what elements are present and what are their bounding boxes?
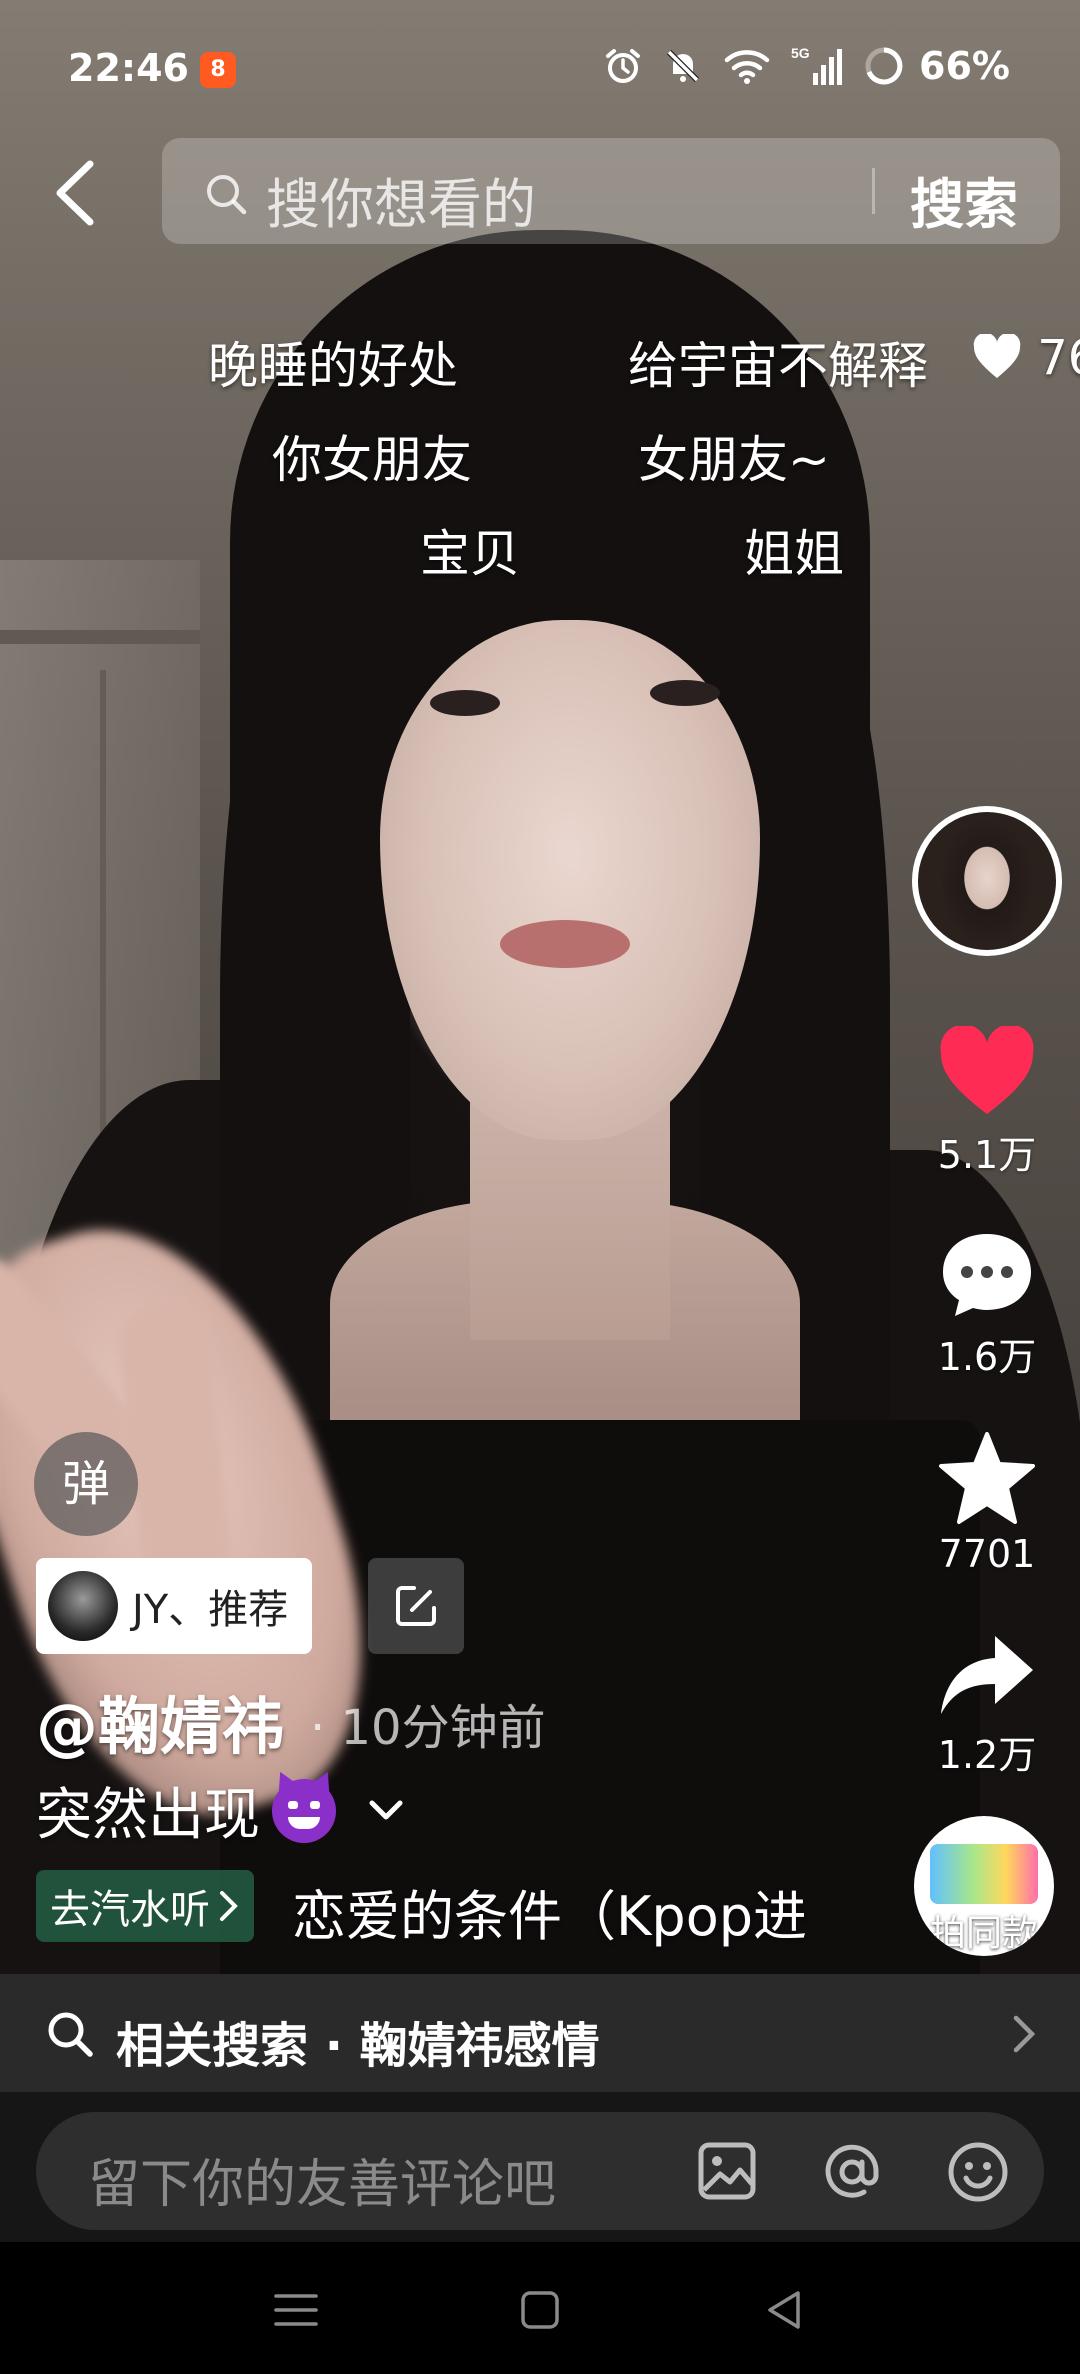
search-button[interactable]: 搜索	[910, 160, 1018, 239]
comment-placeholder: 留下你的友善评论吧	[88, 2155, 557, 2215]
status-bar: 22:46 8 5G 66%	[0, 0, 1080, 140]
recent-apps-icon[interactable]	[270, 2288, 322, 2332]
image-icon[interactable]	[696, 2140, 758, 2202]
video-player-screen: 22:46 8 5G 66% 搜你想看的 搜索 晚睡的好处 给宇宙不解释 7 你…	[0, 0, 1080, 2374]
heart-icon	[973, 332, 1021, 378]
person-lips	[500, 920, 630, 968]
back-triangle-icon[interactable]	[762, 2288, 806, 2332]
signal-icon: 5G	[791, 45, 843, 85]
app-notification-icon: 8	[200, 52, 236, 88]
comment-icon	[943, 1234, 1031, 1316]
danmaku-like-count: 76	[1037, 330, 1080, 386]
share-button[interactable]: 1.2万	[912, 1632, 1062, 1779]
music-chip-label: 去汽水听	[50, 1887, 210, 1933]
back-button[interactable]	[46, 158, 106, 228]
comment-count: 1.6万	[937, 1335, 1037, 1379]
comment-bar: 留下你的友善评论吧	[0, 2092, 1080, 2242]
same-style-button[interactable]: 拍同款	[914, 1816, 1054, 1956]
battery-percent: 66%	[919, 44, 1010, 88]
heart-icon	[940, 1026, 1034, 1114]
danmaku-comment[interactable]: 姐姐	[744, 514, 844, 586]
status-time: 22:46	[68, 46, 189, 90]
at-mention-icon[interactable]	[820, 2140, 884, 2204]
music-app-chip[interactable]: 去汽水听	[36, 1870, 254, 1942]
back-arrow-icon	[56, 160, 94, 226]
battery-icon	[865, 47, 903, 85]
share-count: 1.2万	[937, 1733, 1037, 1777]
emoji-icon[interactable]	[946, 2140, 1010, 2204]
chevron-right-icon	[220, 1891, 238, 1921]
danmaku-like[interactable]: 76	[972, 330, 1080, 386]
avatar-image	[918, 812, 1056, 950]
caption-text: 突然出现	[36, 1783, 260, 1848]
chevron-right-icon	[1013, 2015, 1036, 2053]
comment-input[interactable]: 留下你的友善评论吧	[36, 2112, 1044, 2230]
recommender-avatar	[48, 1571, 118, 1641]
same-style-label: 拍同款	[929, 1913, 1038, 1954]
svg-text:5G: 5G	[791, 45, 810, 61]
danmu-toggle-button[interactable]: 弹	[34, 1432, 138, 1536]
author-avatar[interactable]	[912, 806, 1062, 956]
collect-button[interactable]: 7701	[912, 1430, 1062, 1576]
song-title[interactable]: 恋爱的条件（Kpop进	[292, 1872, 812, 1951]
like-button[interactable]: 5.1万	[912, 1026, 1062, 1179]
search-input[interactable]: 搜你想看的	[266, 160, 536, 239]
danmaku-comment[interactable]: 给宇宙不解释	[628, 326, 928, 398]
mute-icon	[666, 49, 700, 83]
share-arrow-icon	[941, 1636, 1033, 1714]
edit-icon	[396, 1586, 436, 1626]
author-name[interactable]: @鞠婧祎	[36, 1676, 284, 1766]
danmaku-comment[interactable]: 宝贝	[420, 514, 520, 586]
person-eye-right	[650, 680, 720, 706]
status-icons: 5G 66%	[603, 44, 1010, 88]
danmaku-comment[interactable]: 晚睡的好处	[208, 326, 458, 398]
chevron-down-icon[interactable]	[366, 1797, 406, 1825]
search-divider	[872, 168, 875, 214]
danmaku-comment[interactable]: 你女朋友	[272, 420, 472, 492]
music-cover-icon	[930, 1844, 1038, 1904]
related-search-label: 相关搜索 · 鞠婧祎感情	[116, 2018, 600, 2074]
search-icon	[48, 2012, 93, 2057]
search-box[interactable]: 搜你想看的 搜索	[162, 138, 1060, 244]
wifi-icon	[724, 50, 770, 84]
home-icon[interactable]	[518, 2288, 562, 2332]
star-icon	[939, 1432, 1035, 1524]
smiling-devil-emoji-icon	[272, 1778, 336, 1843]
video-caption[interactable]: 突然出现	[36, 1770, 406, 1851]
search-icon	[204, 172, 248, 220]
edit-button[interactable]	[368, 1558, 464, 1654]
like-count: 5.1万	[937, 1133, 1037, 1177]
comment-button[interactable]: 1.6万	[912, 1228, 1062, 1381]
post-time: · 10分钟前	[310, 1700, 546, 1756]
recommend-chip[interactable]: JY、推荐	[36, 1558, 313, 1654]
system-nav-bar	[0, 2242, 1080, 2374]
related-search-bar[interactable]: 相关搜索 · 鞠婧祎感情	[0, 1974, 1080, 2092]
alarm-icon	[606, 49, 641, 83]
collect-count: 7701	[938, 1532, 1036, 1576]
person-eye-left	[430, 690, 500, 716]
danmaku-comment[interactable]: 女朋友~	[638, 420, 830, 492]
recommend-chip-label: JY、推荐	[132, 1587, 289, 1633]
